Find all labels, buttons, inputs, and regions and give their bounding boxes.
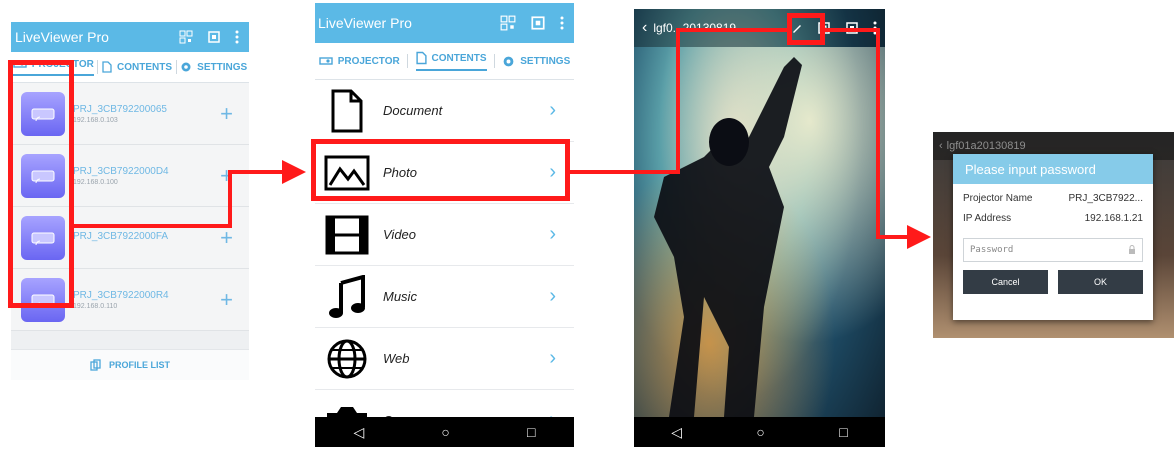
arrow-to-viewer: [570, 28, 787, 174]
flow-arrows: [74, 28, 931, 249]
arrow-to-contents: [74, 160, 306, 228]
arrow-to-dialog: [825, 28, 931, 249]
